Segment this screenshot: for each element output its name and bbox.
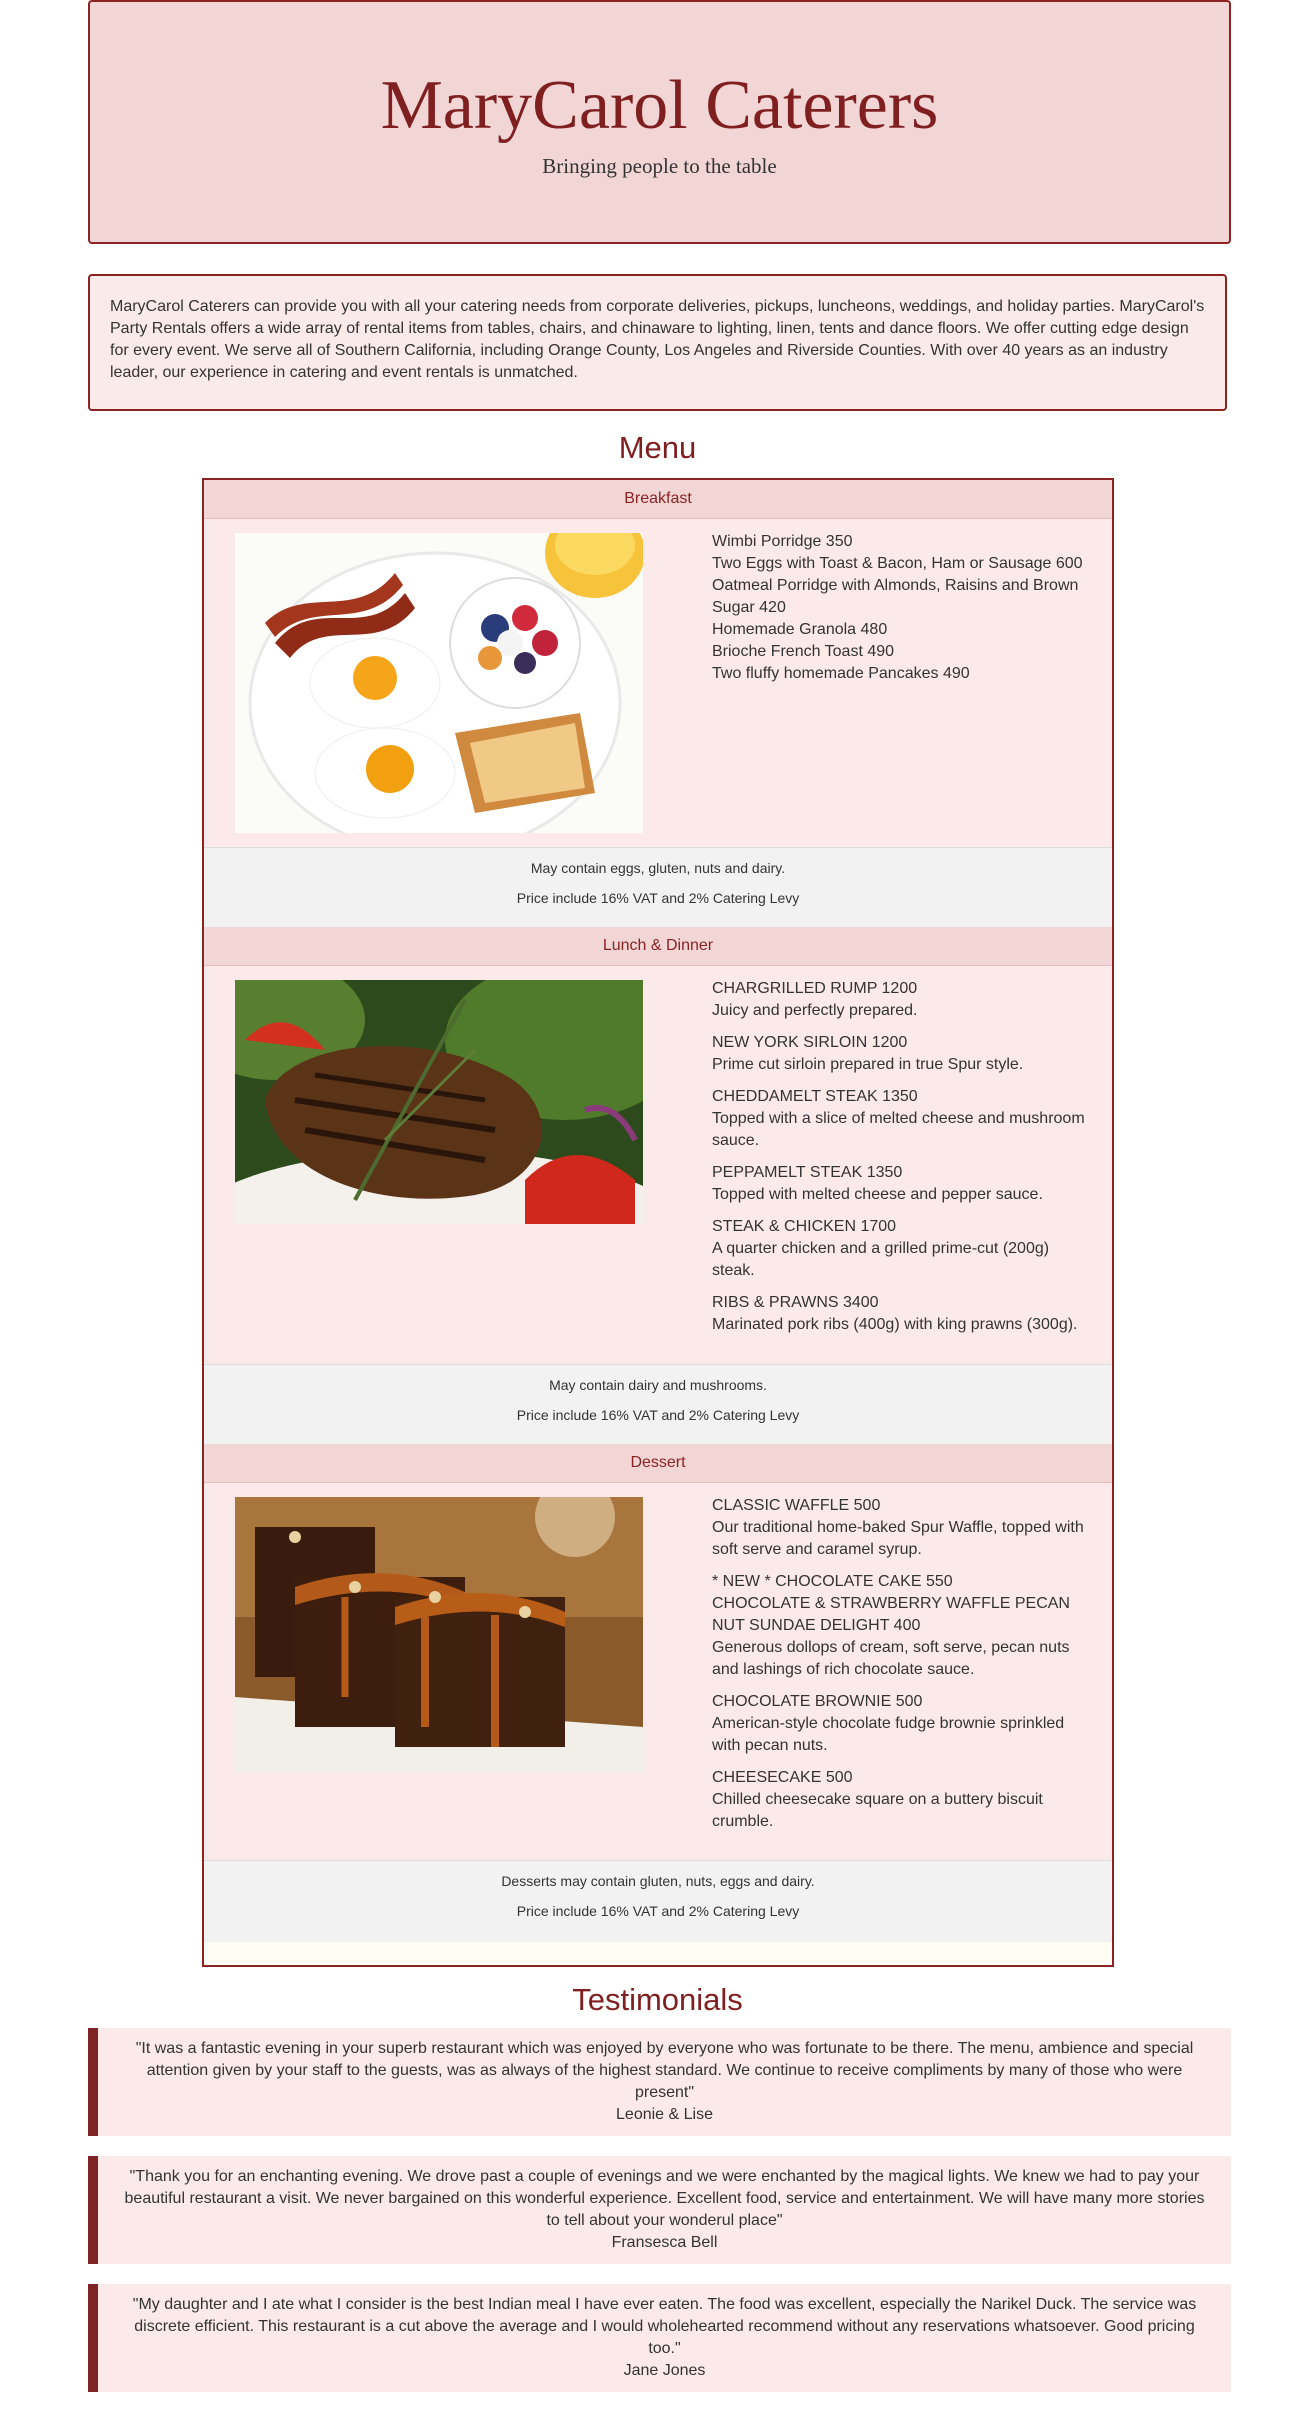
testimonial-card: "It was a fantastic evening in your supe… [88, 2028, 1231, 2136]
site-tagline: Bringing people to the table [542, 154, 777, 178]
menu-item-name: NEW YORK SIRLOIN 1200 [712, 1034, 908, 1051]
menu-item: NEW YORK SIRLOIN 1200 Prime cut sirloin … [712, 1032, 1092, 1076]
allergen-note: May contain eggs, gluten, nuts and dairy… [530, 860, 786, 876]
dessert-image [235, 1497, 643, 1773]
dessert-note: Desserts may contain gluten, nuts, eggs … [204, 1860, 1112, 1942]
breakfast-note: May contain eggs, gluten, nuts and dairy… [204, 847, 1112, 927]
lunch-header: Lunch & Dinner [204, 927, 1112, 966]
dessert-items: CLASSIC WAFFLE 500 Our traditional home-… [712, 1495, 1092, 1843]
menu-item: Wimbi Porridge 350 [712, 533, 853, 550]
menu-item-desc: Our traditional home-baked Spur Waffle, … [712, 1519, 1084, 1558]
testimonial-author: Jane Jones [623, 2362, 706, 2379]
testimonial-author: Leonie & Lise [616, 2106, 713, 2123]
menu-item-desc: Topped with a slice of melted cheese and… [712, 1110, 1085, 1149]
menu-item: CHEESECAKE 500 Chilled cheesecake square… [712, 1767, 1092, 1833]
menu-item: Two Eggs with Toast & Bacon, Ham or Saus… [712, 555, 1083, 572]
testimonial-quote: "My daughter and I ate what I consider i… [132, 2296, 1197, 2357]
about-text: MaryCarol Caterers can provide you with … [110, 298, 1205, 381]
price-note: Price include 16% VAT and 2% Catering Le… [516, 1903, 800, 1919]
site-title: MaryCarol Caterers [380, 67, 939, 144]
menu-item-name: CHOCOLATE & STRAWBERRY WAFFLE PECAN NUT … [712, 1595, 1070, 1634]
dessert-header: Dessert [204, 1444, 1112, 1483]
menu-item-name: PEPPAMELT STEAK 1350 [712, 1164, 903, 1181]
price-note: Price include 16% VAT and 2% Catering Le… [516, 1407, 800, 1423]
menu-item-name: * NEW * CHOCOLATE CAKE 550 [712, 1573, 953, 1590]
testimonial-card: "Thank you for an enchanting evening. We… [88, 2156, 1231, 2264]
menu-item: RIBS & PRAWNS 3400 Marinated pork ribs (… [712, 1292, 1092, 1336]
lunch-note: May contain dairy and mushrooms. Price i… [204, 1364, 1112, 1444]
allergen-note: May contain dairy and mushrooms. [549, 1377, 767, 1393]
menu-item-name: CHOCOLATE BROWNIE 500 [712, 1693, 923, 1710]
menu-item: Homemade Granola 480 [712, 621, 888, 638]
dessert-body: CLASSIC WAFFLE 500 Our traditional home-… [204, 1483, 1112, 1860]
testimonial-quote: "Thank you for an enchanting evening. We… [124, 2168, 1205, 2229]
breakfast-items: Wimbi Porridge 350 Two Eggs with Toast &… [712, 531, 1092, 685]
menu-item-name: STEAK & CHICKEN 1700 [712, 1218, 897, 1235]
menu-item-desc: Prime cut sirloin prepared in true Spur … [712, 1056, 1024, 1073]
testimonial-author: Fransesca Bell [611, 2234, 718, 2251]
menu-item-name: RIBS & PRAWNS 3400 [712, 1294, 879, 1311]
menu-item-name: CLASSIC WAFFLE 500 [712, 1497, 881, 1514]
testimonial-card: "My daughter and I ate what I consider i… [88, 2284, 1231, 2392]
menu-item: CLASSIC WAFFLE 500 Our traditional home-… [712, 1495, 1092, 1561]
menu-item: CHEDDAMELT STEAK 1350 Topped with a slic… [712, 1086, 1092, 1152]
menu-panel: Breakfast Wimbi Porridge 350 Two Eggs wi… [202, 478, 1114, 1967]
menu-item: Oatmeal Porridge with Almonds, Raisins a… [712, 577, 1079, 616]
testimonials-heading: Testimonials [572, 1982, 743, 2017]
menu-heading: Menu [618, 430, 697, 465]
menu-item: CHOCOLATE BROWNIE 500 American-style cho… [712, 1691, 1092, 1757]
menu-item-desc: Topped with melted cheese and pepper sau… [712, 1186, 1043, 1203]
menu-item-name: CHEESECAKE 500 [712, 1769, 853, 1786]
allergen-note: Desserts may contain gluten, nuts, eggs … [501, 1873, 815, 1889]
menu-item: * NEW * CHOCOLATE CAKE 550 [712, 1571, 1092, 1593]
breakfast-body: Wimbi Porridge 350 Two Eggs with Toast &… [204, 519, 1112, 847]
site-header: MaryCarol Caterers Bringing people to th… [88, 0, 1231, 244]
menu-item: STEAK & CHICKEN 1700 A quarter chicken a… [712, 1216, 1092, 1282]
lunch-image [235, 980, 643, 1224]
menu-item-desc: A quarter chicken and a grilled prime-cu… [712, 1240, 1050, 1279]
menu-item: Brioche French Toast 490 [712, 643, 895, 660]
menu-item-name: CHARGRILLED RUMP 1200 [712, 980, 918, 997]
menu-item-desc: Marinated pork ribs (400g) with king pra… [712, 1316, 1078, 1333]
about-panel: MaryCarol Caterers can provide you with … [88, 274, 1227, 411]
breakfast-image [235, 533, 643, 833]
menu-item-desc: Juicy and perfectly prepared. [712, 1002, 918, 1019]
lunch-body: CHARGRILLED RUMP 1200 Juicy and perfectl… [204, 966, 1112, 1366]
menu-item: CHOCOLATE & STRAWBERRY WAFFLE PECAN NUT … [712, 1593, 1092, 1681]
menu-item-desc: American-style chocolate fudge brownie s… [712, 1715, 1065, 1754]
breakfast-header: Breakfast [204, 480, 1112, 519]
menu-item-name: CHEDDAMELT STEAK 1350 [712, 1088, 918, 1105]
lunch-items: CHARGRILLED RUMP 1200 Juicy and perfectl… [712, 978, 1092, 1346]
menu-item: Two fluffy homemade Pancakes 490 [712, 665, 970, 682]
menu-item-desc: Chilled cheesecake square on a buttery b… [712, 1791, 1043, 1830]
testimonial-quote: "It was a fantastic evening in your supe… [135, 2040, 1194, 2101]
menu-item-desc: Generous dollops of cream, soft serve, p… [712, 1639, 1070, 1678]
menu-item: CHARGRILLED RUMP 1200 Juicy and perfectl… [712, 978, 1092, 1022]
price-note: Price include 16% VAT and 2% Catering Le… [516, 890, 800, 906]
menu-item: PEPPAMELT STEAK 1350 Topped with melted … [712, 1162, 1092, 1206]
